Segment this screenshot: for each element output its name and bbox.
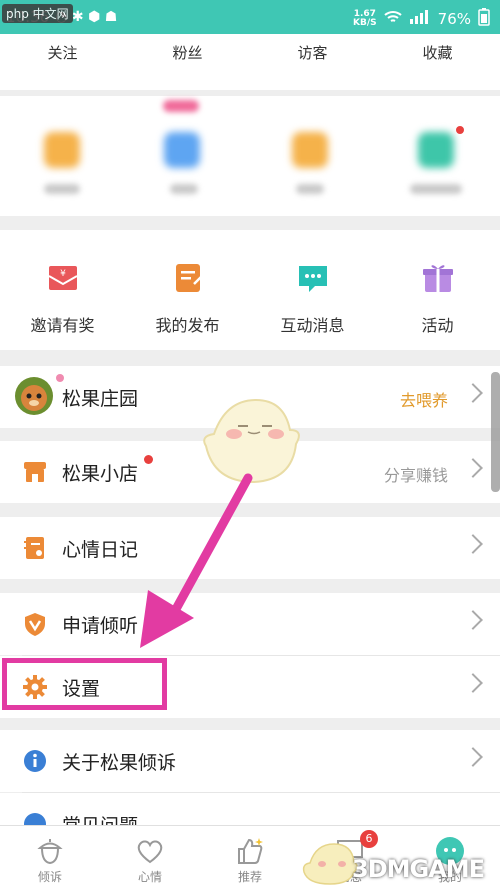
grid-label: 我的发布 [155, 316, 220, 335]
blurred-icon-1 [44, 132, 80, 168]
blurred-dot [456, 126, 464, 134]
row-label: 常见问题 [62, 811, 138, 825]
grid-label: 邀请有奖 [30, 316, 95, 335]
row-label: 心情日记 [62, 539, 139, 561]
heart-icon [135, 836, 165, 866]
row-label: 关于松果倾诉 [62, 752, 177, 774]
feature-grid: ¥ 邀请有奖 我的发布 互动消息 活动 [0, 230, 500, 350]
watermark: php 中文网 [2, 4, 73, 23]
blurred-label-2 [170, 184, 198, 194]
shield-v-icon [22, 611, 48, 637]
stat-fans[interactable]: 粉丝 [125, 34, 250, 90]
notification-dot [144, 455, 153, 464]
grid-label: 活动 [421, 316, 454, 335]
squirrel-avatar-icon [14, 376, 54, 416]
nav-mood[interactable]: 心情 [100, 826, 200, 890]
signal-icon [409, 10, 431, 28]
grid-item-posts[interactable]: 我的发布 [125, 230, 250, 350]
blurred-shortcuts [0, 96, 500, 216]
shop-icon [22, 459, 48, 485]
row-label: 松果庄园 [62, 388, 139, 410]
chevron-right-icon [463, 534, 483, 554]
brand-logo: 3DMGAME [352, 855, 485, 883]
diary-icon [22, 535, 48, 561]
chevron-right-icon [463, 610, 483, 630]
info-icon [22, 748, 48, 774]
question-icon [22, 811, 48, 825]
nav-label: 推荐 [237, 870, 262, 884]
settings-highlight-box [2, 658, 167, 710]
chat-bubble-icon [295, 260, 331, 296]
notification-dot [56, 374, 64, 382]
envelope-yen-icon: ¥ [45, 260, 81, 296]
scrollbar[interactable] [491, 372, 500, 492]
chevron-right-icon [463, 458, 483, 478]
document-edit-icon [170, 260, 206, 296]
stat-visitors[interactable]: 访客 [250, 34, 375, 90]
profile-stats: 关注 粉丝 访客 收藏 [0, 34, 500, 90]
svg-text:¥: ¥ [60, 269, 66, 279]
grid-label: 互动消息 [280, 316, 345, 335]
status-right: 1.67 KB/S 76% [353, 8, 490, 30]
acorn-icon [35, 836, 65, 866]
mascot-small-illustration [300, 838, 360, 886]
chevron-right-icon [463, 383, 483, 403]
blurred-icon-2 [164, 132, 200, 168]
stat-favorites[interactable]: 收藏 [375, 34, 500, 90]
row-label: 松果小店 [62, 463, 139, 485]
grid-item-invite[interactable]: ¥ 邀请有奖 [0, 230, 125, 350]
nav-confide[interactable]: 倾诉 [0, 826, 100, 890]
share-earn-link[interactable]: 分享赚钱 [384, 462, 448, 486]
annotation-arrow [140, 473, 253, 648]
unread-badge: 6 [360, 830, 378, 848]
blurred-icon-3 [292, 132, 328, 168]
nav-recommend[interactable]: 推荐 [200, 826, 300, 890]
blurred-label-4 [410, 184, 462, 194]
speed-unit: KB/S [353, 18, 377, 28]
battery-level: 76% [437, 10, 471, 28]
thumbs-up-icon [235, 836, 265, 866]
nav-label: 倾诉 [37, 870, 62, 884]
feed-link[interactable]: 去喂养 [400, 387, 448, 411]
row-faq[interactable]: 常见问题 [0, 793, 500, 825]
grid-item-activity[interactable]: 活动 [375, 230, 500, 350]
blurred-label-1 [44, 184, 80, 194]
blurred-badge [163, 100, 199, 112]
chevron-right-icon [463, 673, 483, 693]
grid-item-messages[interactable]: 互动消息 [250, 230, 375, 350]
stat-following[interactable]: 关注 [0, 34, 125, 90]
network-speed: 1.67 KB/S [353, 10, 377, 28]
nav-label: 心情 [137, 870, 162, 884]
row-label: 申请倾听 [62, 615, 139, 637]
wifi-icon [383, 10, 402, 28]
row-about[interactable]: 关于松果倾诉 [0, 730, 500, 792]
battery-icon [478, 8, 490, 30]
chevron-right-icon [463, 747, 483, 767]
blurred-label-3 [296, 184, 324, 194]
blurred-icon-4 [418, 132, 454, 168]
gift-icon [420, 260, 456, 296]
status-bar: 10:36 ◔ ✱ ⬢ ☗ 1.67 KB/S 76% php 中文网 [0, 0, 500, 34]
